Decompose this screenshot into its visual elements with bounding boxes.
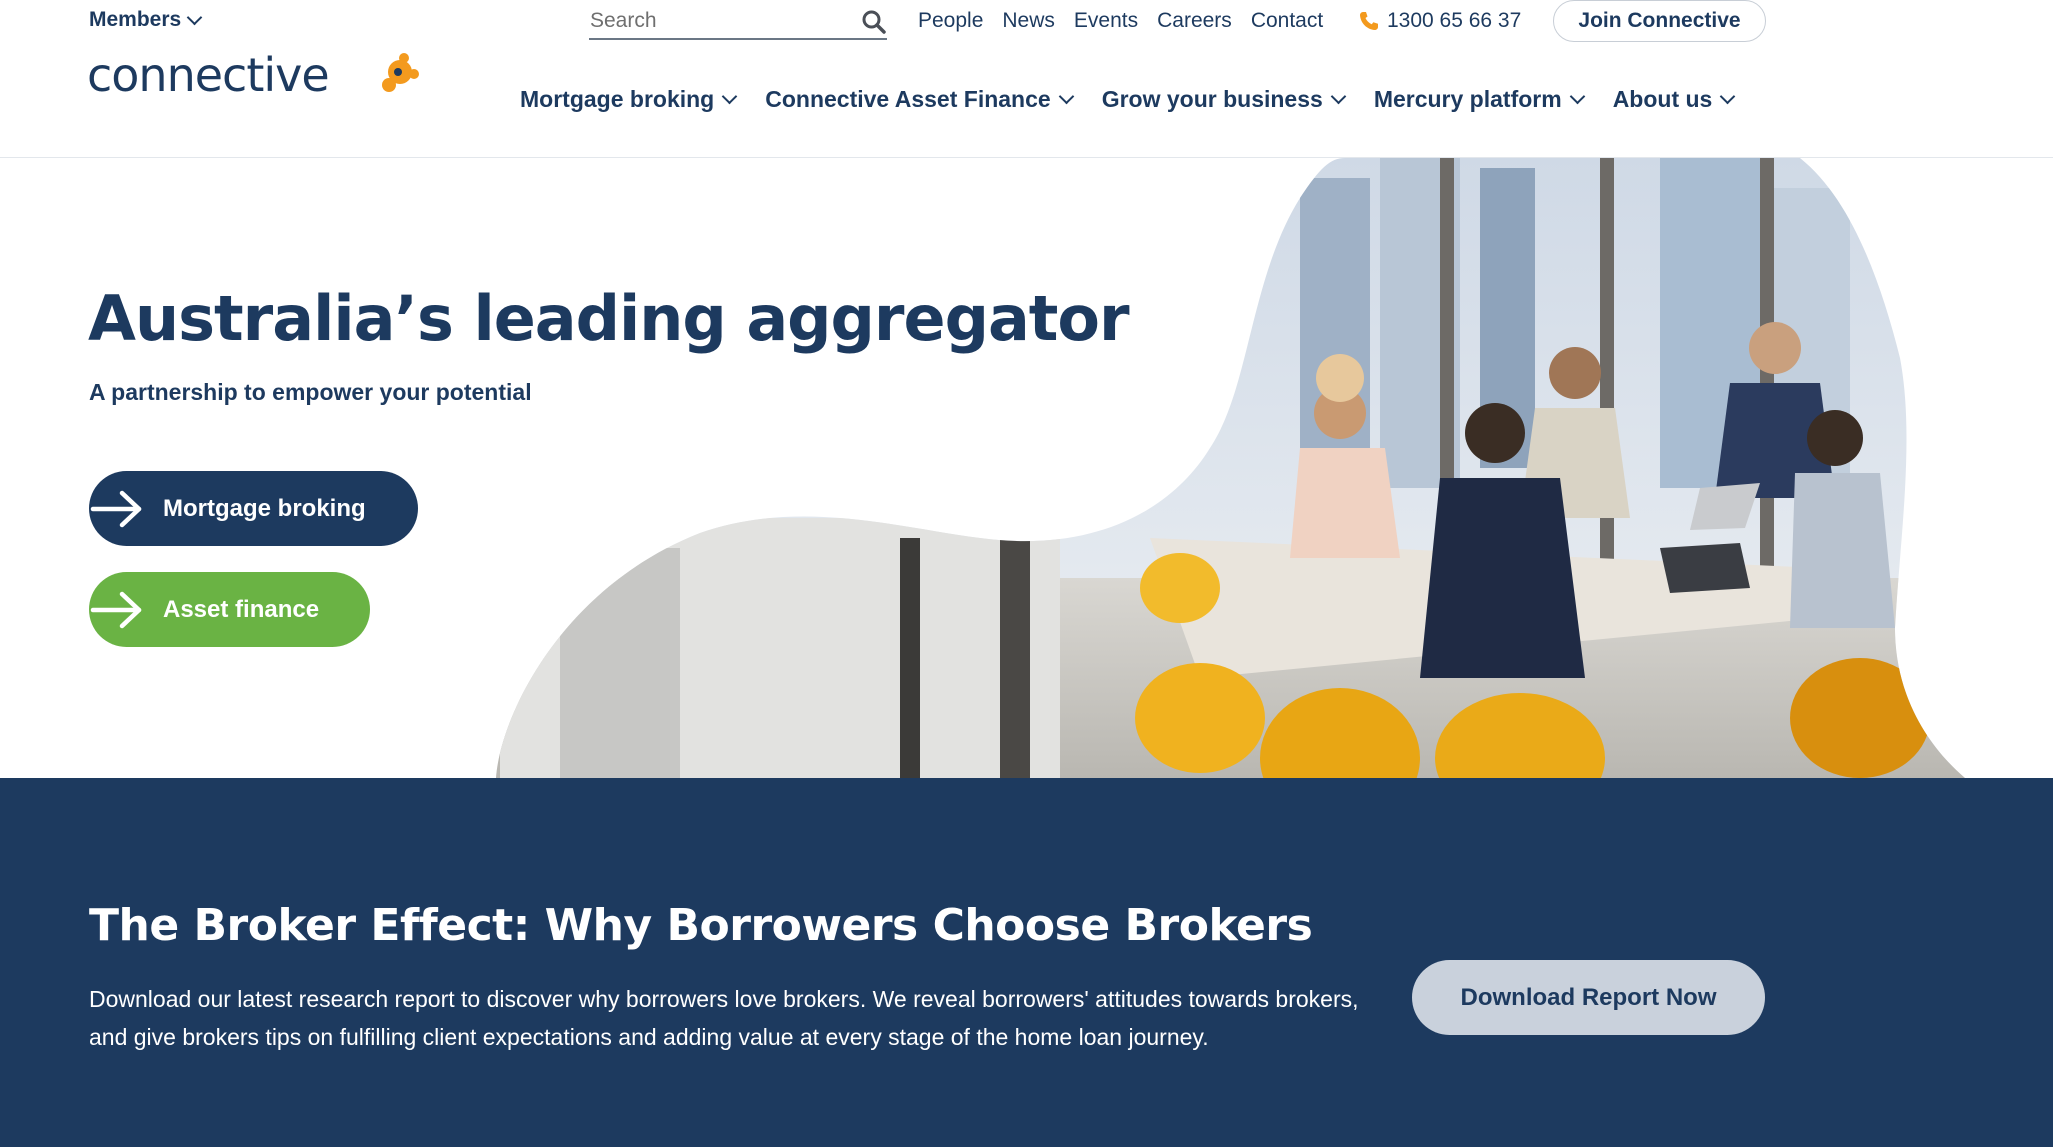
chevron-down-icon bbox=[1058, 88, 1074, 105]
hero-subtitle: A partnership to empower your potential bbox=[89, 379, 532, 405]
nav-item-label: Connective Asset Finance bbox=[765, 86, 1051, 112]
chevron-down-icon bbox=[1569, 88, 1585, 105]
nav-about-us[interactable]: About us bbox=[1612, 86, 1736, 113]
nav-mortgage-broking[interactable]: Mortgage broking bbox=[520, 86, 738, 113]
asset-finance-button[interactable]: Asset finance bbox=[89, 572, 370, 647]
search-input[interactable] bbox=[589, 9, 840, 33]
chevron-down-icon bbox=[1330, 88, 1347, 105]
nav-connective-asset-finance[interactable]: Connective Asset Finance bbox=[765, 86, 1074, 113]
utility-nav: People News Events Careers Contact bbox=[918, 9, 1342, 33]
logo-mark-icon bbox=[382, 53, 419, 92]
nav-item-label: About us bbox=[1612, 86, 1713, 112]
nav-item-label: Mortgage broking bbox=[520, 86, 715, 112]
main-nav: Mortgage broking Connective Asset Financ… bbox=[520, 86, 1763, 113]
link-contact[interactable]: Contact bbox=[1251, 9, 1323, 33]
members-label: Members bbox=[89, 8, 182, 31]
phone-icon bbox=[1360, 12, 1378, 30]
chevron-down-icon bbox=[721, 88, 738, 105]
mortgage-broking-button[interactable]: Mortgage broking bbox=[89, 471, 418, 546]
download-report-button[interactable]: Download Report Now bbox=[1412, 960, 1765, 1035]
promo-title: The Broker Effect: Why Borrowers Choose … bbox=[89, 900, 1313, 951]
promo-band bbox=[0, 778, 2053, 1147]
hero-title: Australia’s leading aggregator bbox=[88, 282, 1130, 355]
arrow-right-icon bbox=[90, 591, 142, 629]
phone-number: 1300 65 66 37 bbox=[1387, 9, 1522, 32]
button-label: Mortgage broking bbox=[163, 494, 366, 522]
connective-logo[interactable]: connective bbox=[87, 52, 419, 98]
nav-grow-your-business[interactable]: Grow your business bbox=[1101, 86, 1347, 113]
link-events[interactable]: Events bbox=[1074, 9, 1138, 33]
button-label: Asset finance bbox=[163, 595, 320, 623]
nav-item-label: Mercury platform bbox=[1373, 86, 1562, 112]
nav-mercury-platform[interactable]: Mercury platform bbox=[1373, 86, 1585, 113]
phone-link[interactable]: 1300 65 66 37 bbox=[1359, 9, 1521, 33]
hero-office-photo bbox=[496, 158, 1965, 778]
promo-text: Download our latest research report to d… bbox=[89, 986, 1359, 1050]
search-box bbox=[589, 4, 887, 40]
nav-item-label: Grow your business bbox=[1101, 86, 1323, 112]
search-icon[interactable] bbox=[861, 9, 887, 35]
arrow-right-icon bbox=[90, 490, 142, 528]
link-news[interactable]: News bbox=[1002, 9, 1055, 33]
link-careers[interactable]: Careers bbox=[1157, 9, 1232, 33]
join-connective-button[interactable]: Join Connective bbox=[1553, 0, 1766, 42]
members-menu[interactable]: Members bbox=[89, 8, 203, 32]
link-people[interactable]: People bbox=[918, 9, 983, 33]
chevron-down-icon bbox=[1720, 88, 1736, 105]
chevron-down-icon bbox=[186, 9, 203, 25]
